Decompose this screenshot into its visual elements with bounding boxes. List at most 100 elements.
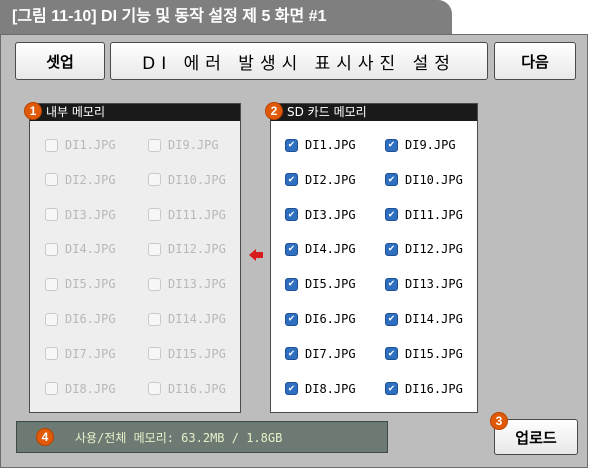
file-checkbox-item[interactable]: DI3.JPG (45, 208, 116, 222)
checkmark-icon: ✔ (288, 347, 295, 359)
checkbox-checked[interactable]: ✔ (285, 347, 298, 361)
file-checkbox-item[interactable]: DI2.JPG (45, 173, 116, 187)
file-name-label: DI13.JPG (405, 277, 463, 292)
file-checkbox-item[interactable]: DI14.JPG (148, 312, 226, 326)
checkmark-icon: ✔ (288, 313, 295, 324)
setup-label: 셋업 (46, 52, 74, 71)
file-checkbox-item[interactable]: ✔ DI7.JPG (285, 347, 356, 361)
file-checkbox-item[interactable]: DI12.JPG (148, 242, 226, 256)
file-checkbox-item[interactable]: DI11.JPG (148, 208, 226, 222)
file-name-label: DI12.JPG (405, 242, 463, 257)
file-checkbox-item[interactable]: DI13.JPG (148, 277, 226, 291)
file-name-label: DI15.JPG (405, 346, 463, 361)
checkbox-checked[interactable]: ✔ (385, 242, 398, 256)
file-checkbox-item[interactable]: ✔ DI14.JPG (385, 312, 463, 326)
checkbox-checked[interactable]: ✔ (285, 312, 298, 326)
checkbox-checked[interactable]: ✔ (285, 208, 298, 222)
next-label: 다음 (521, 52, 549, 71)
file-checkbox-item[interactable]: ✔ DI16.JPG (385, 382, 463, 396)
checkmark-icon: ✔ (388, 347, 395, 359)
checkbox-checked[interactable]: ✔ (385, 208, 398, 222)
arrow-left-icon[interactable] (249, 249, 263, 261)
checkbox-unchecked[interactable] (45, 138, 58, 152)
checkbox-checked[interactable]: ✔ (385, 312, 398, 326)
setup-button[interactable]: 셋업 (15, 42, 105, 80)
checkmark-icon: ✔ (388, 243, 395, 255)
checkbox-unchecked[interactable] (148, 382, 161, 396)
file-checkbox-item[interactable]: DI8.JPG (45, 382, 116, 396)
file-checkbox-item[interactable]: DI9.JPG (148, 138, 219, 152)
checkmark-icon: ✔ (288, 208, 295, 220)
screen-title: DI 에러 발생시 표시사진 설정 (110, 42, 488, 80)
checkbox-unchecked[interactable] (45, 312, 58, 326)
checkbox-unchecked[interactable] (45, 347, 58, 361)
checkbox-unchecked[interactable] (45, 173, 58, 187)
file-checkbox-item[interactable]: DI15.JPG (148, 347, 226, 361)
file-name-label: DI11.JPG (405, 207, 463, 222)
checkbox-checked[interactable]: ✔ (385, 138, 398, 152)
checkmark-icon: ✔ (388, 382, 395, 394)
checkbox-checked[interactable]: ✔ (385, 173, 398, 187)
next-button[interactable]: 다음 (494, 42, 576, 80)
file-name-label: DI3.JPG (305, 207, 356, 222)
checkbox-unchecked[interactable] (45, 382, 58, 396)
checkmark-icon: ✔ (388, 173, 395, 185)
file-name-label: DI6.JPG (305, 312, 356, 326)
checkbox-unchecked[interactable] (148, 242, 161, 256)
checkbox-unchecked[interactable] (148, 347, 161, 361)
checkbox-unchecked[interactable] (148, 312, 161, 326)
file-name-label: DI8.JPG (305, 381, 356, 396)
checkbox-checked[interactable]: ✔ (285, 138, 298, 152)
checkbox-checked[interactable]: ✔ (385, 382, 398, 396)
checkbox-checked[interactable]: ✔ (285, 382, 298, 396)
checkbox-checked[interactable]: ✔ (285, 277, 298, 291)
file-checkbox-item[interactable]: DI1.JPG (45, 138, 116, 152)
checkbox-checked[interactable]: ✔ (285, 242, 298, 256)
file-checkbox-item[interactable]: ✔ DI1.JPG (285, 138, 356, 152)
file-checkbox-item[interactable]: ✔ DI9.JPG (385, 138, 456, 152)
checkbox-checked[interactable]: ✔ (385, 347, 398, 361)
checkbox-unchecked[interactable] (148, 138, 161, 152)
file-checkbox-item[interactable]: ✔ DI5.JPG (285, 277, 356, 291)
checkmark-icon: ✔ (388, 313, 395, 324)
file-checkbox-item[interactable]: ✔ DI2.JPG (285, 173, 356, 187)
checkbox-unchecked[interactable] (148, 277, 161, 291)
checkmark-icon: ✔ (288, 173, 295, 185)
checkbox-unchecked[interactable] (148, 208, 161, 222)
file-checkbox-item[interactable]: ✔ DI6.JPG (285, 312, 356, 326)
file-name-label: DI12.JPG (168, 242, 226, 257)
checkmark-icon: ✔ (388, 278, 395, 290)
screen-title-text: DI 에러 발생시 표시사진 설정 (142, 53, 456, 74)
file-checkbox-item[interactable]: ✔ DI13.JPG (385, 277, 463, 291)
file-checkbox-item[interactable]: DI5.JPG (45, 277, 116, 291)
file-name-label: DI9.JPG (168, 138, 219, 152)
file-checkbox-item[interactable]: ✔ DI4.JPG (285, 242, 356, 256)
file-name-label: DI11.JPG (168, 207, 226, 222)
internal-memory-header: 내부 메모리 (30, 104, 240, 121)
file-checkbox-item[interactable]: ✔ DI8.JPG (285, 382, 356, 396)
checkbox-unchecked[interactable] (45, 242, 58, 256)
checkbox-checked[interactable]: ✔ (385, 277, 398, 291)
checkbox-checked[interactable]: ✔ (285, 173, 298, 187)
file-checkbox-item[interactable]: DI4.JPG (45, 242, 116, 256)
file-checkbox-item[interactable]: ✔ DI12.JPG (385, 242, 463, 256)
file-name-label: DI13.JPG (168, 277, 226, 292)
checkbox-unchecked[interactable] (148, 173, 161, 187)
checkbox-unchecked[interactable] (45, 208, 58, 222)
file-name-label: DI10.JPG (405, 172, 463, 187)
badge-2: 2 (265, 102, 283, 120)
file-checkbox-item[interactable]: ✔ DI10.JPG (385, 173, 463, 187)
checkmark-icon: ✔ (288, 243, 295, 255)
badge-3: 3 (490, 412, 508, 430)
file-checkbox-item[interactable]: ✔ DI11.JPG (385, 208, 463, 222)
file-checkbox-item[interactable]: DI6.JPG (45, 312, 116, 326)
file-checkbox-item[interactable]: DI10.JPG (148, 173, 226, 187)
checkbox-unchecked[interactable] (45, 277, 58, 291)
file-name-label: DI10.JPG (168, 172, 226, 187)
checkmark-icon: ✔ (288, 278, 295, 290)
file-checkbox-item[interactable]: DI7.JPG (45, 347, 116, 361)
file-checkbox-item[interactable]: ✔ DI15.JPG (385, 347, 463, 361)
file-checkbox-item[interactable]: ✔ DI3.JPG (285, 208, 356, 222)
file-name-label: DI9.JPG (405, 138, 456, 152)
file-checkbox-item[interactable]: DI16.JPG (148, 382, 226, 396)
